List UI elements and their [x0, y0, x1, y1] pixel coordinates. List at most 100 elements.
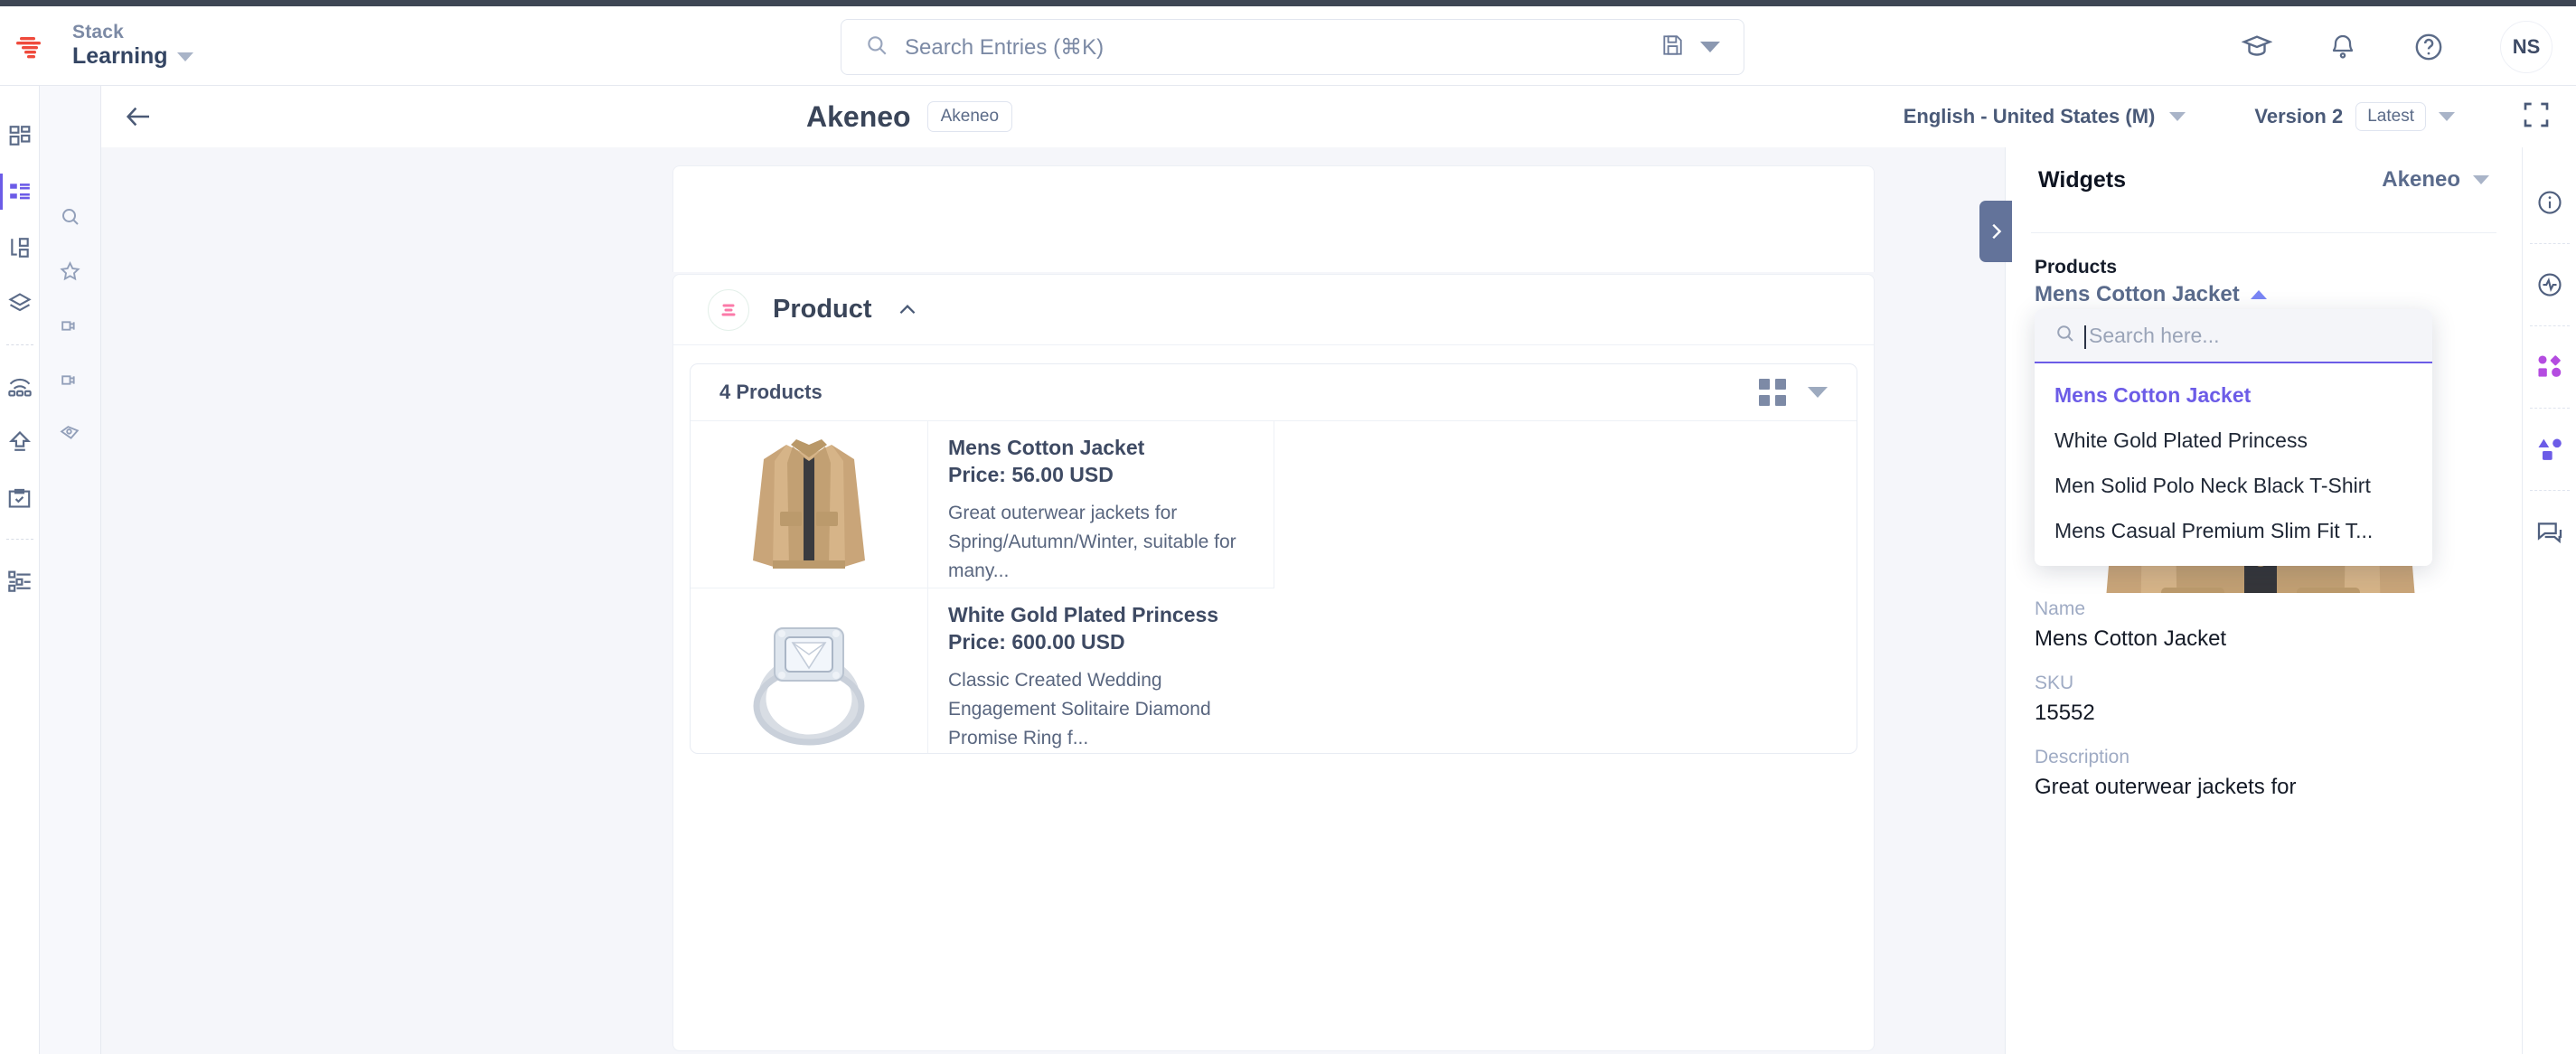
sidebar-item-content-types[interactable] — [0, 164, 40, 220]
version-label: Version 2 — [2254, 105, 2344, 127]
info-circle-icon[interactable] — [2536, 174, 2563, 231]
sidebar-item-webhooks[interactable] — [0, 358, 40, 414]
extension-plug-icon[interactable] — [52, 310, 89, 341]
product-reference-header: 4 Products — [691, 364, 1857, 420]
sidebar-item-dashboard[interactable] — [0, 108, 40, 164]
avatar[interactable]: NS — [2500, 21, 2552, 73]
widgets-body: Products Mens Cotton Jacket Search here.… — [2006, 233, 2522, 799]
widgets-selected-product[interactable]: Mens Cotton Jacket — [2035, 282, 2493, 307]
saved-view-icon[interactable] — [1660, 33, 1684, 61]
chevron-down-icon[interactable] — [1808, 387, 1828, 398]
product-name: White Gold Plated Princess — [948, 603, 1219, 626]
detail-description-value: Great outerwear jackets for — [2035, 775, 2297, 799]
widgets-source-selector[interactable]: Akeneo — [2382, 167, 2489, 193]
modular-block-icon — [708, 288, 749, 331]
widgets-source-label: Akeneo — [2382, 167, 2460, 192]
search-icon[interactable] — [52, 202, 89, 232]
rail-divider — [2529, 490, 2570, 491]
widgets-selected-label: Mens Cotton Jacket — [2035, 282, 2240, 306]
product-group-header[interactable]: Product — [673, 275, 1874, 345]
stack-name-text: Learning — [72, 43, 168, 70]
product-card-list: Mens Cotton Jacket Price: 56.00 USD Grea… — [691, 420, 1857, 753]
widget-detail-fields: Name Mens Cotton Jacket SKU 15552 Descri… — [2035, 598, 2487, 821]
graduation-cap-icon[interactable] — [2242, 32, 2272, 62]
stack-label: Stack — [72, 22, 125, 43]
extension-plug-icon-2[interactable] — [52, 364, 89, 395]
version-status-badge: Latest — [2355, 102, 2426, 131]
product-card[interactable]: Mens Cotton Jacket Price: 56.00 USD Grea… — [691, 421, 1274, 588]
page-title: Akeneo — [806, 99, 911, 133]
rail-divider — [2529, 408, 2570, 409]
back-button[interactable] — [101, 102, 175, 131]
dropdown-option[interactable]: Men Solid Polo Neck Black T-Shirt — [2035, 463, 2432, 508]
rail-divider — [2529, 325, 2570, 326]
search-icon — [865, 33, 888, 61]
chevron-up-icon — [2250, 290, 2267, 299]
secondary-nav-rail — [40, 86, 101, 1054]
dropdown-search[interactable]: Search here... — [2035, 309, 2432, 363]
product-price: Price: 56.00 USD — [948, 463, 1114, 487]
rail-divider — [5, 344, 33, 345]
product-field-group: Product 4 Products Mens Cotton Jacket Pr… — [672, 274, 1875, 1051]
top-strip — [0, 0, 2576, 6]
dropdown-search-input[interactable]: Search here... — [2083, 324, 2219, 349]
grid-view-icon[interactable] — [1759, 379, 1786, 406]
fullscreen-button[interactable] — [2522, 100, 2551, 134]
tag-icon[interactable] — [52, 419, 89, 449]
activity-pulse-icon[interactable] — [2536, 257, 2563, 313]
dropdown-option[interactable]: White Gold Plated Princess — [2035, 418, 2432, 463]
stack-name[interactable]: Learning — [72, 43, 193, 70]
detail-name-value: Mens Cotton Jacket — [2035, 626, 2227, 651]
product-card[interactable]: White Gold Plated Princess Price: 600.00… — [691, 588, 1274, 753]
version-selector[interactable]: Version 2 Latest — [2254, 102, 2455, 131]
chevron-down-icon — [2439, 112, 2455, 121]
detail-sku-label: SKU — [2035, 673, 2074, 693]
search-input[interactable]: Search Entries (⌘K) — [905, 34, 1644, 61]
stack-switcher[interactable]: Stack Learning — [72, 22, 193, 70]
product-description: Classic Created Wedding Engagement Solit… — [948, 670, 1211, 749]
detail-name-label: Name — [2035, 598, 2086, 619]
locale-selector[interactable]: English - United States (M) — [1904, 105, 2186, 128]
product-description: Great outerwear jackets for Spring/Autum… — [948, 503, 1236, 582]
sidebar-item-workflow[interactable] — [0, 470, 40, 526]
product-image-ring — [691, 588, 927, 753]
dropdown-option[interactable]: Mens Cotton Jacket — [2035, 372, 2432, 418]
rail-divider — [2529, 243, 2570, 244]
chevron-down-icon — [176, 52, 193, 61]
sidebar-item-releases[interactable] — [0, 414, 40, 470]
sidebar-item-settings[interactable] — [0, 552, 40, 608]
question-circle-icon[interactable] — [2413, 32, 2444, 62]
product-count-label: 4 Products — [719, 381, 823, 403]
entry-editor: Product 4 Products Mens Cotton Jacket Pr… — [101, 147, 2005, 1054]
sidebar-item-assets[interactable] — [0, 276, 40, 332]
search-filter-chevron-icon[interactable] — [1700, 42, 1720, 52]
sidebar-item-global-fields[interactable] — [0, 220, 40, 276]
panel-collapse-toggle[interactable] — [1979, 201, 2012, 262]
widgets-shapes-icon[interactable] — [2535, 339, 2564, 395]
star-icon[interactable] — [52, 256, 89, 287]
dropdown-options: Mens Cotton Jacket White Gold Plated Pri… — [2035, 363, 2432, 566]
rail-divider-2 — [5, 539, 33, 540]
contentstack-logo-icon[interactable] — [0, 28, 65, 64]
chevron-up-icon[interactable] — [896, 298, 919, 322]
widgets-field-label: Products — [2035, 257, 2118, 278]
product-info: Mens Cotton Jacket Price: 56.00 USD Grea… — [927, 421, 1274, 588]
product-name: Mens Cotton Jacket — [948, 436, 1145, 459]
header-actions: NS — [2242, 21, 2552, 73]
search-icon — [2054, 323, 2076, 349]
global-search[interactable]: Search Entries (⌘K) — [841, 19, 1744, 75]
apps-shapes-icon[interactable] — [2535, 421, 2564, 477]
detail-sku-value: 15552 — [2035, 701, 2095, 725]
bell-icon[interactable] — [2328, 33, 2357, 61]
widgets-title: Widgets — [2038, 166, 2126, 193]
entry-sidebar-rail — [2522, 147, 2576, 1054]
primary-nav-rail — [0, 86, 40, 1054]
product-price: Price: 600.00 USD — [948, 630, 1125, 654]
comments-icon[interactable] — [2535, 503, 2564, 560]
locale-label: English - United States (M) — [1903, 105, 2156, 127]
dropdown-option[interactable]: Mens Casual Premium Slim Fit T... — [2035, 508, 2432, 553]
product-image-jacket — [691, 421, 927, 588]
widgets-panel-header: Widgets Akeneo — [2006, 147, 2522, 212]
chevron-down-icon — [2169, 112, 2186, 121]
widgets-panel: Widgets Akeneo Products Mens Cotton Jack… — [2005, 147, 2522, 1054]
